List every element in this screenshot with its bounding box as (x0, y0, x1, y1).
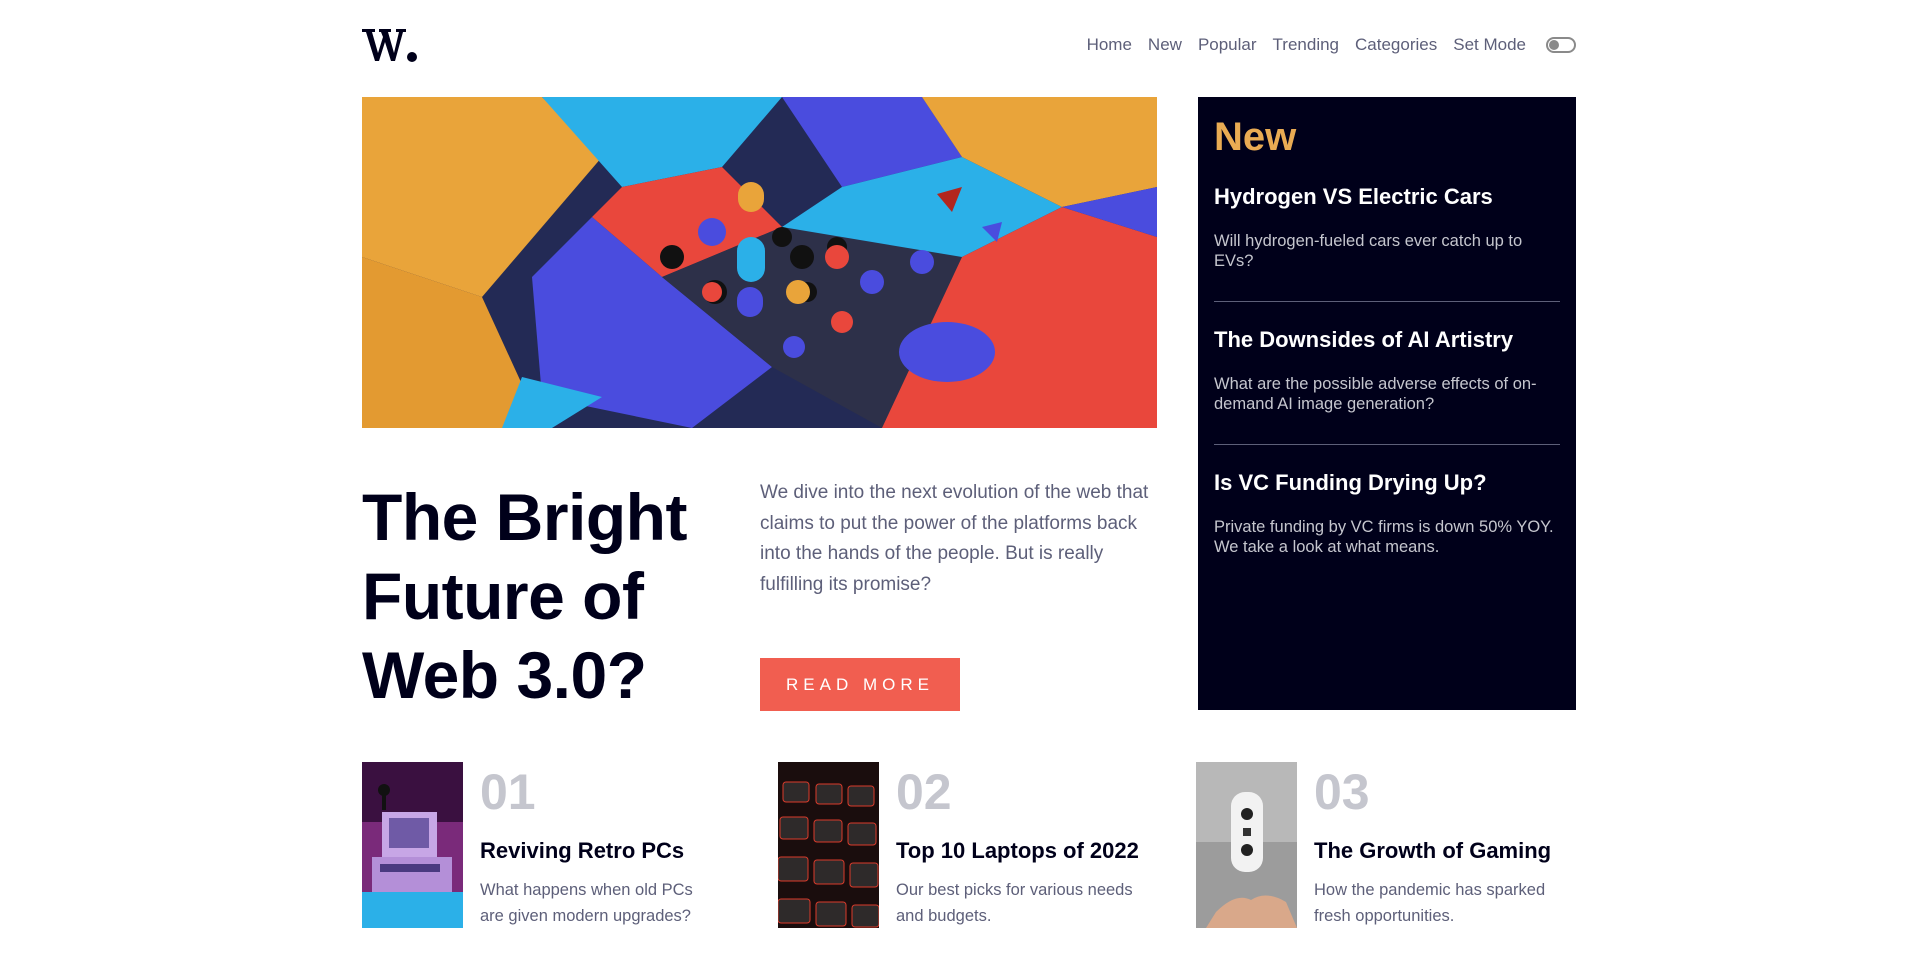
card-title[interactable]: The Growth of Gaming (1314, 837, 1551, 865)
new-sidebar: New Hydrogen VS Electric Cars Will hydro… (1198, 97, 1576, 710)
article-card-2[interactable]: 02 Top 10 Laptops of 2022 Our best picks… (778, 762, 1148, 928)
read-more-button[interactable]: READ MORE (760, 658, 960, 711)
new-item-title[interactable]: Hydrogen VS Electric Cars (1214, 183, 1560, 211)
new-item-desc: Private funding by VC firms is down 50% … (1214, 518, 1554, 556)
new-item-desc: What are the possible adverse effects of… (1214, 375, 1537, 413)
article-card-1[interactable]: 01 Reviving Retro PCs What happens when … (362, 762, 732, 928)
card-number: 01 (480, 764, 536, 820)
card-description: How the pandemic has sparked fresh oppor… (1314, 881, 1546, 925)
main-nav: Home New Popular Trending Categories Set… (1087, 36, 1576, 53)
article-card-3[interactable]: 03 The Growth of Gaming How the pandemic… (1196, 762, 1566, 928)
nav-trending[interactable]: Trending (1273, 36, 1339, 53)
new-item-title[interactable]: Is VC Funding Drying Up? (1214, 469, 1560, 497)
new-item[interactable]: Is VC Funding Drying Up? Private funding… (1214, 469, 1560, 587)
nav-popular[interactable]: Popular (1198, 36, 1257, 53)
new-item[interactable]: Hydrogen VS Electric Cars Will hydrogen-… (1214, 183, 1560, 302)
toggle-knob (1549, 39, 1559, 50)
hero-description: We dive into the next evolution of the w… (760, 482, 1149, 595)
mode-toggle[interactable] (1546, 36, 1576, 53)
logo[interactable]: W. (362, 27, 422, 63)
card-number: 03 (1314, 764, 1370, 820)
hero-image (362, 97, 1157, 428)
new-item[interactable]: The Downsides of AI Artistry What are th… (1214, 326, 1560, 445)
nav-new[interactable]: New (1148, 36, 1182, 53)
nav-home[interactable]: Home (1087, 36, 1132, 53)
nav-set-mode[interactable]: Set Mode (1453, 36, 1526, 53)
retro-pc-thumbnail[interactable] (362, 762, 463, 928)
card-title[interactable]: Top 10 Laptops of 2022 (896, 837, 1139, 865)
laptop-keyboard-thumbnail[interactable] (778, 762, 879, 928)
new-item-title[interactable]: The Downsides of AI Artistry (1214, 326, 1560, 354)
card-description: What happens when old PCs are given mode… (480, 881, 693, 925)
card-number: 02 (896, 764, 952, 820)
card-description: Our best picks for various needs and bud… (896, 881, 1133, 925)
site-header: W. Home New Popular Trending Categories … (362, 20, 1576, 72)
nav-categories[interactable]: Categories (1355, 36, 1437, 53)
card-title[interactable]: Reviving Retro PCs (480, 837, 684, 865)
hero-title: The Bright Future of Web 3.0? (362, 480, 687, 712)
page: W. Home New Popular Trending Categories … (362, 0, 1576, 953)
gaming-controller-thumbnail[interactable] (1196, 762, 1297, 928)
new-item-desc: Will hydrogen-fueled cars ever catch up … (1214, 232, 1523, 270)
new-heading: New (1214, 115, 1297, 159)
